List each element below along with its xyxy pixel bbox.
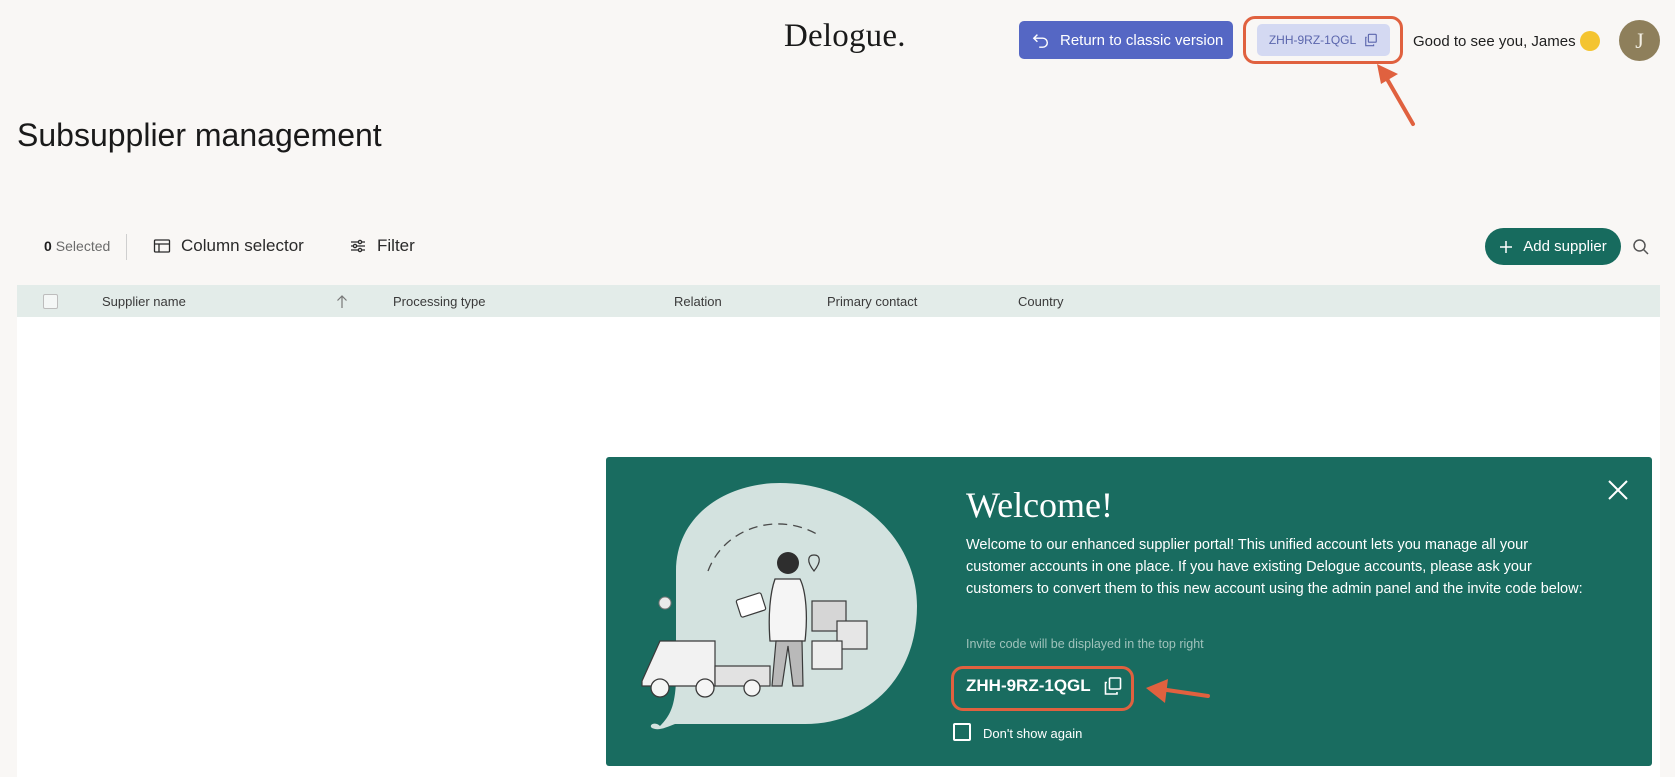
plus-icon bbox=[1500, 240, 1513, 253]
column-header-country[interactable]: Country bbox=[1018, 294, 1064, 309]
welcome-title: Welcome! bbox=[966, 485, 1114, 525]
close-icon[interactable] bbox=[1606, 478, 1630, 502]
table-columns-icon bbox=[153, 239, 171, 253]
sort-ascending-icon[interactable] bbox=[336, 295, 348, 309]
copy-icon bbox=[1365, 33, 1377, 47]
select-all-checkbox[interactable] bbox=[43, 294, 58, 309]
user-avatar[interactable]: J bbox=[1619, 20, 1660, 61]
invite-code-copy-button-modal[interactable]: ZHH-9RZ-1QGL bbox=[966, 676, 1123, 696]
column-header-relation[interactable]: Relation bbox=[674, 294, 722, 309]
annotation-arrow-top bbox=[1377, 64, 1415, 126]
filter-button[interactable]: Filter bbox=[349, 236, 415, 256]
toolbar-divider bbox=[126, 234, 127, 260]
column-header-primary-contact[interactable]: Primary contact bbox=[827, 294, 917, 309]
column-selector-label: Column selector bbox=[181, 236, 304, 255]
column-selector-button[interactable]: Column selector bbox=[153, 236, 304, 256]
invite-code-text: ZHH-9RZ-1QGL bbox=[1268, 33, 1357, 47]
invite-note: Invite code will be displayed in the top… bbox=[966, 637, 1204, 651]
filter-label: Filter bbox=[377, 236, 415, 255]
welcome-body: Welcome to our enhanced supplier portal!… bbox=[966, 537, 1583, 597]
supplier-illustration bbox=[641, 483, 917, 730]
selected-count-label: Selected bbox=[55, 238, 111, 254]
column-header-supplier-name[interactable]: Supplier name bbox=[102, 294, 186, 309]
undo-arrow-icon bbox=[1032, 34, 1049, 48]
search-icon[interactable] bbox=[1632, 238, 1650, 256]
selected-count-number: 0 bbox=[44, 238, 52, 254]
party-face-icon bbox=[1579, 31, 1600, 51]
copy-icon bbox=[1104, 677, 1121, 695]
delogue-logo[interactable]: Delogue. bbox=[784, 18, 906, 55]
annotation-arrow-modal bbox=[1146, 679, 1210, 703]
add-supplier-button[interactable]: Add supplier bbox=[1485, 228, 1621, 265]
return-to-classic-button[interactable]: Return to classic version bbox=[1019, 21, 1233, 59]
greeting: Good to see you, James bbox=[1413, 31, 1600, 51]
greeting-text: Good to see you, James bbox=[1413, 32, 1576, 50]
sliders-icon bbox=[351, 239, 365, 253]
column-header-processing-type[interactable]: Processing type bbox=[393, 294, 486, 309]
dont-show-again-label[interactable]: Don't show again bbox=[983, 726, 1082, 741]
add-supplier-label: Add supplier bbox=[1523, 238, 1607, 255]
invite-code-copy-button[interactable]: ZHH-9RZ-1QGL bbox=[1257, 24, 1390, 56]
selected-count: 0 Selected bbox=[44, 238, 110, 254]
dont-show-again-checkbox[interactable] bbox=[953, 723, 971, 741]
invite-code-text-modal: ZHH-9RZ-1QGL bbox=[966, 676, 1091, 695]
page-title: Subsupplier management bbox=[17, 117, 382, 153]
return-to-classic-label: Return to classic version bbox=[1060, 31, 1224, 49]
